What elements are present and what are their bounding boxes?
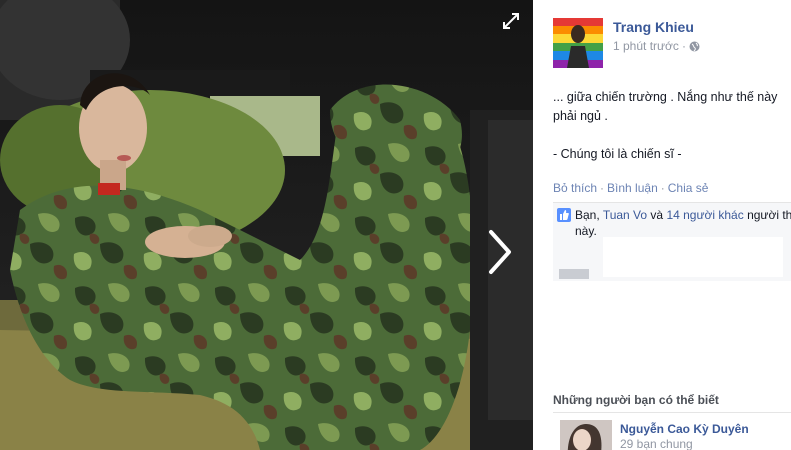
mutual-friends-count: 29 bạn chung: [620, 437, 693, 450]
soldier-photo: [0, 0, 533, 450]
suggested-friend-name[interactable]: Nguyễn Cao Kỳ Duyên: [620, 422, 749, 436]
comment-input[interactable]: [603, 237, 783, 277]
photo-viewer: [0, 0, 533, 450]
post-timestamp[interactable]: 1 phút trước: [613, 39, 679, 53]
likes-and: và: [650, 208, 664, 222]
action-separator: ·: [600, 181, 605, 195]
other-likers-link[interactable]: 14 người khác: [666, 208, 743, 222]
caption-line: - Chúng tôi là chiến sĩ -: [553, 147, 682, 161]
caption-line: phải ngủ .: [553, 109, 608, 123]
liker-link[interactable]: Tuan Vo: [603, 208, 647, 222]
likes-summary: Bạn, Tuan Vo và 14 người khác người th n…: [557, 207, 791, 239]
divider: [553, 412, 791, 413]
commenter-avatar: [559, 269, 589, 279]
author-avatar[interactable]: [553, 18, 603, 68]
post-meta: 1 phút trước ·: [613, 39, 700, 53]
thumbs-up-icon: [557, 208, 571, 222]
likes-line2: này.: [575, 224, 597, 238]
likes-you: Bạn,: [575, 208, 600, 222]
unlike-button[interactable]: Bỏ thích: [553, 181, 597, 195]
likes-suffix: người th: [747, 208, 791, 222]
action-separator: ·: [660, 181, 665, 195]
expand-icon[interactable]: [500, 10, 522, 32]
suggested-friend-avatar[interactable]: [560, 420, 612, 450]
chevron-right-icon[interactable]: [483, 226, 517, 278]
comment-button[interactable]: Bình luận: [607, 181, 658, 195]
meta-separator: ·: [681, 39, 686, 53]
share-button[interactable]: Chia sẻ: [668, 181, 709, 195]
post-sidebar: Trang Khieu 1 phút trước · ... giữa chiế…: [533, 0, 791, 450]
feedback-box: Bạn, Tuan Vo và 14 người khác người th n…: [553, 202, 791, 281]
post-caption: ... giữa chiến trường . Nắng như thế này…: [553, 88, 791, 164]
caption-line: ... giữa chiến trường . Nắng như thế này: [553, 90, 778, 104]
globe-icon[interactable]: [689, 41, 700, 52]
pymk-heading: Những người bạn có thể biết: [553, 393, 719, 407]
post-actions: Bỏ thích · Bình luận · Chia sẻ: [553, 181, 708, 195]
post-author[interactable]: Trang Khieu: [613, 19, 694, 35]
